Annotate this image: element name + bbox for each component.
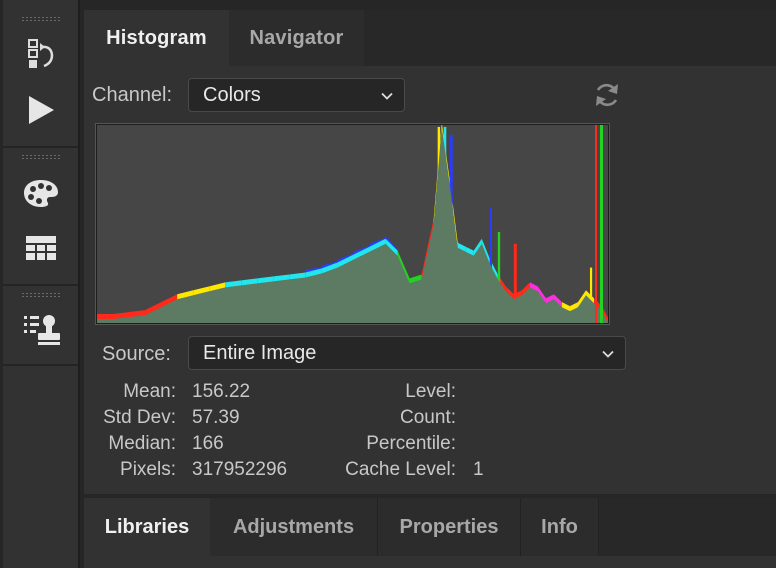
tab-label: Adjustments bbox=[232, 515, 355, 538]
green-clip-spike bbox=[600, 125, 603, 323]
tab-info[interactable]: Info bbox=[521, 498, 599, 556]
channel-label: Channel: bbox=[92, 84, 173, 106]
stat-stddev-value: 57.39 bbox=[192, 407, 240, 428]
history-icon[interactable] bbox=[22, 36, 60, 72]
tab-properties[interactable]: Properties bbox=[378, 498, 521, 556]
chevron-down-icon bbox=[601, 347, 615, 366]
drag-grip[interactable] bbox=[22, 293, 60, 298]
play-actions-icon[interactable] bbox=[22, 92, 60, 128]
source-value: Entire Image bbox=[203, 342, 317, 364]
channel-select[interactable]: Colors bbox=[188, 78, 405, 112]
tab-label: Libraries bbox=[104, 515, 190, 538]
tab-libraries[interactable]: Libraries bbox=[84, 498, 210, 556]
tab-label: Properties bbox=[399, 515, 499, 538]
tab-label: Info bbox=[541, 515, 578, 538]
stat-median-key: Median: bbox=[108, 433, 176, 454]
histogram-chart bbox=[95, 123, 610, 325]
tab-histogram[interactable]: Histogram bbox=[84, 10, 229, 66]
panel-tab-bar: Histogram Navigator bbox=[84, 10, 776, 66]
refresh-icon[interactable] bbox=[592, 80, 622, 110]
stat-cache-level-key: Cache Level: bbox=[345, 459, 456, 480]
tab-navigator[interactable]: Navigator bbox=[229, 10, 364, 66]
bottom-panel-group: Libraries Adjustments Properties Info bbox=[84, 498, 776, 568]
strip-divider bbox=[3, 284, 78, 286]
strip-divider bbox=[3, 364, 78, 366]
stat-median-value: 166 bbox=[192, 433, 224, 454]
histogram-graph bbox=[97, 125, 608, 323]
red-clip-spike bbox=[595, 125, 597, 323]
chevron-down-icon bbox=[380, 89, 394, 108]
stat-mean-key: Mean: bbox=[123, 381, 176, 402]
swatches-grid-icon[interactable] bbox=[22, 230, 60, 266]
stat-mean-value: 156.22 bbox=[192, 381, 251, 402]
drag-grip[interactable] bbox=[22, 155, 60, 160]
stat-level-key: Level: bbox=[405, 381, 456, 402]
clone-source-icon[interactable] bbox=[22, 311, 60, 347]
stat-stddev-key: Std Dev: bbox=[103, 407, 176, 428]
stat-pixels-value: 317952296 bbox=[192, 459, 288, 480]
libraries-panel-content bbox=[84, 556, 776, 568]
drag-grip[interactable] bbox=[22, 17, 60, 22]
histogram-panel: Histogram Navigator Channel: Colors Sour… bbox=[84, 10, 776, 494]
channel-value: Colors bbox=[203, 84, 261, 106]
color-palette-icon[interactable] bbox=[22, 175, 60, 211]
tab-adjustments[interactable]: Adjustments bbox=[210, 498, 378, 556]
histogram-window: Histogram Navigator Channel: Colors Sour… bbox=[0, 0, 776, 568]
tab-label: Navigator bbox=[249, 26, 344, 49]
stat-percentile-key: Percentile: bbox=[366, 433, 456, 454]
source-label: Source: bbox=[102, 343, 171, 365]
stat-pixels-key: Pixels: bbox=[120, 459, 176, 480]
stat-count-key: Count: bbox=[400, 407, 456, 428]
stat-cache-level-value: 1 bbox=[473, 459, 484, 480]
panel-gap bbox=[80, 0, 776, 10]
tab-label: Histogram bbox=[106, 26, 207, 49]
source-select[interactable]: Entire Image bbox=[188, 336, 626, 370]
strip-divider bbox=[3, 146, 78, 148]
